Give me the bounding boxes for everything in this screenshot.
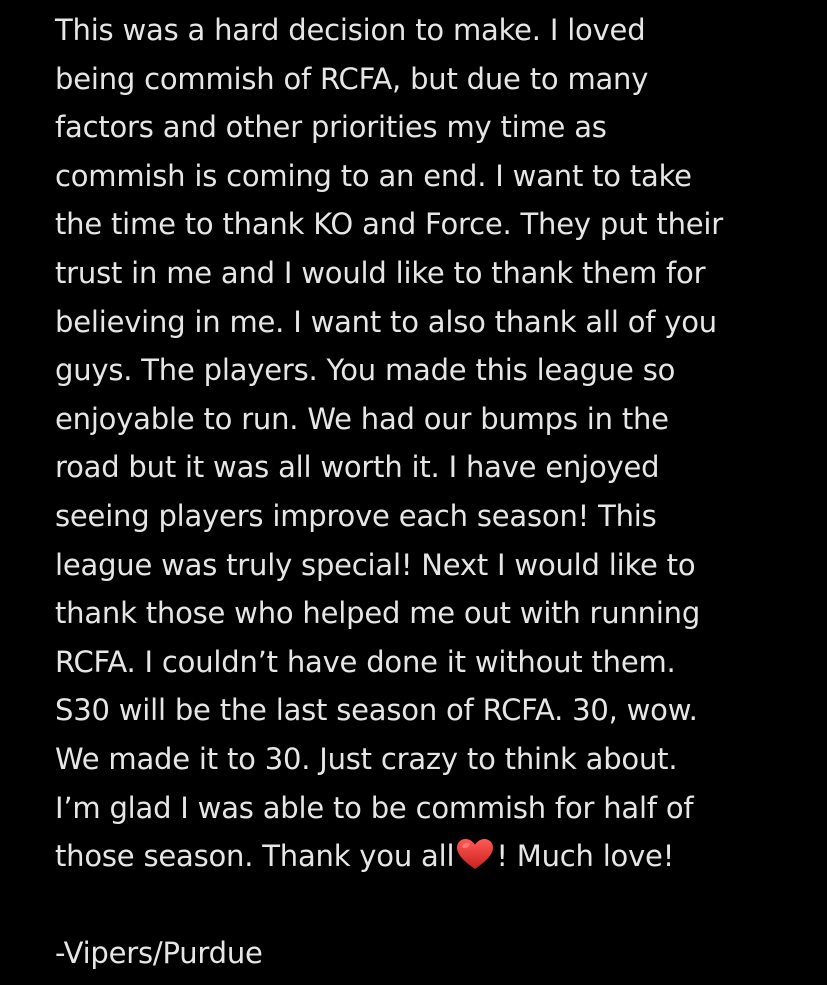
note-line: We made it to 30. Just crazy to think ab… bbox=[55, 741, 678, 776]
note-line: seeing players improve each season! This bbox=[55, 498, 657, 533]
note-last-line-start: those season. Thank you all bbox=[55, 839, 455, 874]
note-line: guys. The players. You made this league … bbox=[55, 353, 676, 388]
note-last-line-end: ! Much love! bbox=[496, 839, 675, 874]
signature: -Vipers/Purdue bbox=[55, 936, 263, 971]
heart-icon bbox=[455, 838, 495, 870]
note-line: S30 will be the last season of RCFA. 30,… bbox=[55, 693, 698, 728]
note-line: factors and other priorities my time as bbox=[55, 110, 607, 145]
note-line: league was truly special! Next I would l… bbox=[55, 547, 696, 582]
note-line: believing in me. I want to also thank al… bbox=[55, 304, 717, 339]
note-line: the time to thank KO and Force. They put… bbox=[55, 207, 724, 242]
note-line: being commish of RCFA, but due to many bbox=[55, 61, 649, 96]
note-line: RCFA. I couldn’t have done it without th… bbox=[55, 644, 676, 679]
note-last-line: those season. Thank you all ! Much love! bbox=[55, 832, 815, 881]
note-line: trust in me and I would like to thank th… bbox=[55, 255, 706, 290]
note-line: thank those who helped me out with runni… bbox=[55, 596, 701, 631]
note-line: commish is coming to an end. I want to t… bbox=[55, 158, 692, 193]
note-line: enjoyable to run. We had our bumps in th… bbox=[55, 401, 669, 436]
note-line: I’m glad I was able to be commish for ha… bbox=[55, 790, 694, 825]
note-line: This was a hard decision to make. I love… bbox=[55, 13, 646, 47]
note-line: road but it was all worth it. I have enj… bbox=[55, 450, 660, 485]
note-body: This was a hard decision to make. I love… bbox=[55, 6, 815, 978]
